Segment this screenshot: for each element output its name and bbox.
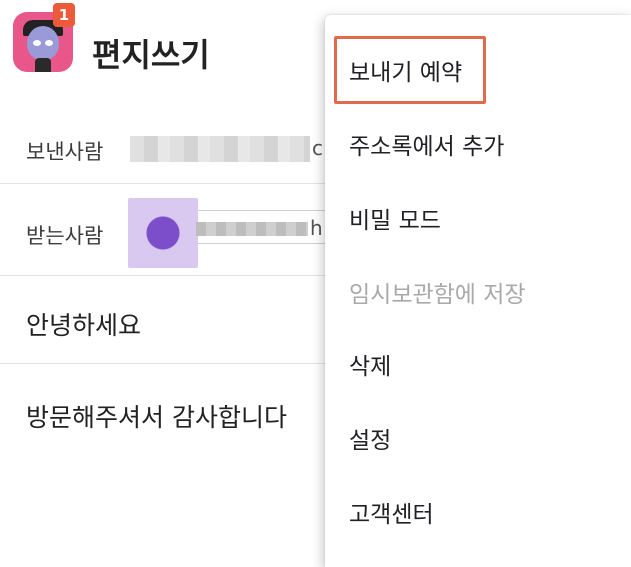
menu-item-label: 고객센터 [349,502,434,528]
subject-field[interactable]: 안녕하세요 [26,306,141,342]
sender-address-tail: c [312,136,323,160]
menu-item-save-draft: 임시보관함에 저장 [325,255,631,329]
menu-item-label: 보내기 예약 [349,60,463,86]
menu-item-secret-mode[interactable]: 비밀 모드 [325,181,631,255]
avatar-eye-right [45,40,53,46]
recipient-label: 받는사람 [26,224,104,248]
page-title: 편지쓰기 [92,36,210,74]
menu-item-customer-center[interactable]: 고객센터 [325,475,631,549]
menu-item-schedule-send[interactable]: 보내기 예약 [325,33,631,107]
menu-item-label: 삭제 [349,354,392,380]
recipient-chip-redacted[interactable] [128,198,198,268]
menu-item-add-from-contacts[interactable]: 주소록에서 추가 [325,107,631,181]
notification-badge: 1 [53,3,75,27]
menu-item-label: 비밀 모드 [349,208,441,234]
menu-item-label: 주소록에서 추가 [349,134,505,160]
avatar-face [27,26,59,60]
sender-address-redacted [130,136,310,162]
message-body[interactable]: 방문해주셔서 감사합니다 [26,398,287,434]
recipient-address-redacted [196,222,308,236]
overflow-menu: 보내기 예약 주소록에서 추가 비밀 모드 임시보관함에 저장 삭제 설정 고객… [325,15,631,567]
menu-item-settings[interactable]: 설정 [325,401,631,475]
recipient-address-tail: h [310,216,323,240]
avatar-body [35,58,51,72]
menu-item-delete[interactable]: 삭제 [325,327,631,401]
sender-label: 보낸사람 [26,140,104,164]
menu-item-label: 설정 [349,428,392,454]
menu-item-label: 임시보관함에 저장 [349,282,526,308]
avatar-eye-left [33,40,41,46]
